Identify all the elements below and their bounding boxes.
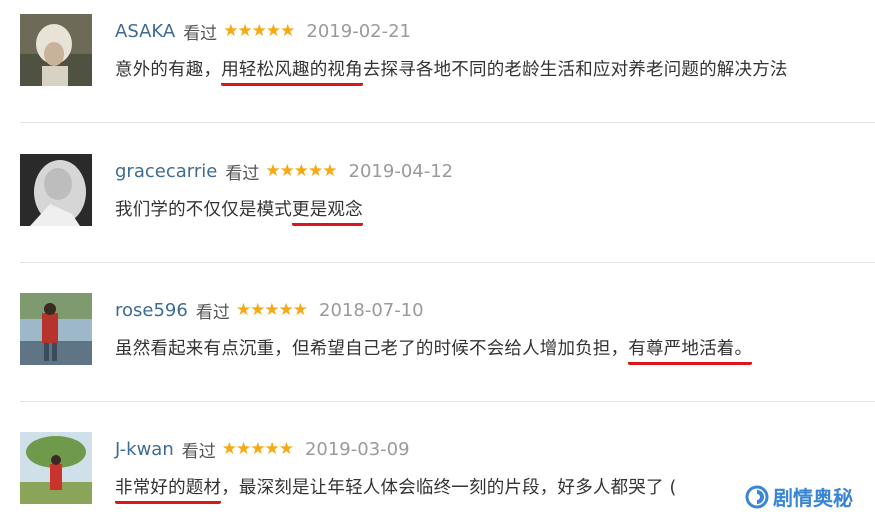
user-avatar[interactable] <box>20 154 92 226</box>
watched-label: 看过 <box>225 163 260 184</box>
user-avatar[interactable] <box>20 432 92 504</box>
review-meta: gracecarrie 看过 ★★★★★ 2019-04-12 <box>115 157 453 185</box>
review-meta: ASAKA 看过 ★★★★★ 2019-02-21 <box>115 17 411 45</box>
user-avatar[interactable] <box>20 14 92 86</box>
username-link[interactable]: ASAKA <box>115 21 175 42</box>
watched-label: 看过 <box>183 23 218 44</box>
review-meta: rose596 看过 ★★★★★ 2018-07-10 <box>115 296 424 324</box>
review-meta: J-kwan 看过 ★★★★★ 2019-03-09 <box>115 435 410 463</box>
highlighted-phrase: 有尊严地活着。 <box>628 339 753 365</box>
rating-stars-icon: ★★★★★ <box>223 21 295 41</box>
rating-stars-icon: ★★★★★ <box>265 161 337 181</box>
divider <box>20 122 875 123</box>
highlighted-phrase: 非常好的题材 <box>115 478 222 504</box>
highlighted-phrase: 用轻松风趣的视角 <box>221 60 363 86</box>
comment-text: 意外的有趣， <box>115 60 222 80</box>
user-avatar[interactable] <box>20 293 92 365</box>
divider <box>20 262 875 263</box>
review-comment: 意外的有趣，用轻松风趣的视角去探寻各地不同的老龄生活和应对养老问题的解决方法 <box>115 56 788 86</box>
watched-label: 看过 <box>181 441 216 462</box>
comment-text: ，最深刻是让年轻人体会临终一刻的片段，好多人都哭了 ( <box>221 478 677 498</box>
comment-text: 我们学的不仅仅是模式 <box>115 200 292 220</box>
rating-stars-icon: ★★★★★ <box>221 439 294 459</box>
watermark-text: 剧情奥秘 <box>773 486 853 510</box>
review-date: 2019-02-21 <box>306 20 411 42</box>
review-comment: 我们学的不仅仅是模式更是观念 <box>115 196 363 226</box>
divider <box>20 401 875 402</box>
comment-text: 虽然看起来有点沉重，但希望自己老了的时候不会给人增加负担， <box>115 339 629 359</box>
review-comment: 非常好的题材，最深刻是让年轻人体会临终一刻的片段，好多人都哭了 ( <box>115 474 677 504</box>
review-date: 2019-04-12 <box>348 160 454 182</box>
watched-label: 看过 <box>195 302 230 323</box>
brand-swirl-icon <box>745 485 769 508</box>
username-link[interactable]: rose596 <box>115 300 188 321</box>
review-date: 2019-03-09 <box>304 438 410 460</box>
review-comment: 虽然看起来有点沉重，但希望自己老了的时候不会给人增加负担，有尊严地活着。 <box>115 335 753 365</box>
review-date: 2018-07-10 <box>319 299 424 321</box>
rating-stars-icon: ★★★★★ <box>235 300 308 320</box>
username-link[interactable]: gracecarrie <box>115 161 217 182</box>
highlighted-phrase: 更是观念 <box>292 200 363 226</box>
username-link[interactable]: J-kwan <box>115 439 174 460</box>
watermark: 剧情奥秘 <box>741 482 853 511</box>
comment-text: 去探寻各地不同的老龄生活和应对养老问题的解决方法 <box>362 60 788 80</box>
